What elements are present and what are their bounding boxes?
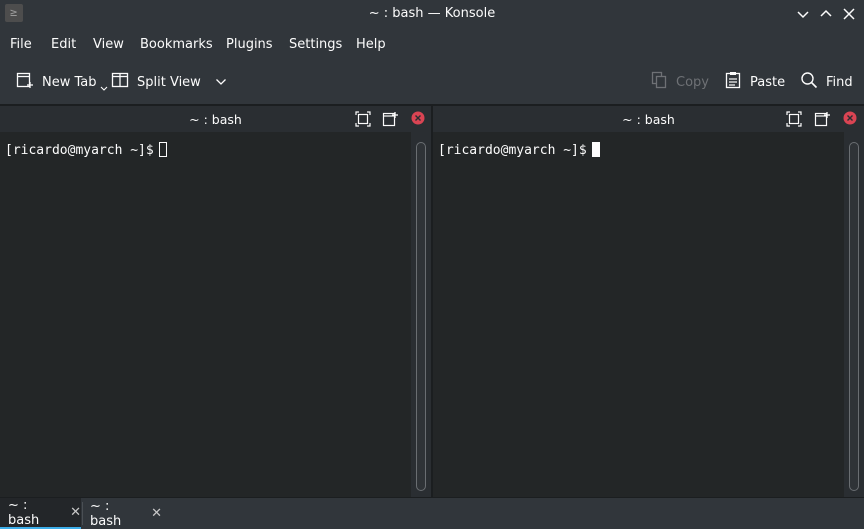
scrollbar-left[interactable]: [416, 142, 426, 491]
chevron-down-icon[interactable]: [215, 75, 227, 90]
new-tab-label: New Tab: [42, 74, 97, 90]
new-tab-icon: [16, 71, 34, 93]
close-pane-icon[interactable]: [843, 111, 859, 127]
terminal-view-right[interactable]: [ricardo@myarch ~]$: [433, 132, 864, 497]
menu-view[interactable]: View: [93, 37, 124, 52]
terminal-prompt-left: [ricardo@myarch ~]$: [5, 142, 167, 158]
find-icon: [800, 71, 818, 93]
pane-header-right: ~ : bash: [433, 106, 864, 132]
close-tab-icon[interactable]: ✕: [70, 505, 81, 520]
maximize-pane-icon[interactable]: [355, 111, 371, 127]
paste-icon: [724, 71, 742, 93]
text-cursor-active: [591, 142, 600, 157]
paste-button[interactable]: Paste: [724, 71, 785, 93]
terminal-view-left[interactable]: [ricardo@myarch ~]$: [0, 132, 431, 497]
tab-label: ~ : bash: [90, 498, 122, 529]
close-icon[interactable]: [841, 6, 857, 22]
scrollbar-right[interactable]: [849, 142, 859, 491]
terminal-pane-left: ~ : bash [ricardo@myarch ~]$: [0, 106, 431, 497]
close-tab-icon[interactable]: ✕: [151, 506, 162, 521]
menu-edit[interactable]: Edit: [51, 37, 76, 52]
text-cursor-inactive: [158, 142, 167, 157]
split-view-button[interactable]: Split View: [111, 71, 227, 93]
detach-pane-icon[interactable]: [814, 111, 830, 127]
copy-icon: [650, 71, 668, 93]
terminal-prompt-right: [ricardo@myarch ~]$: [438, 142, 600, 158]
copy-button[interactable]: Copy: [650, 71, 709, 93]
menu-plugins[interactable]: Plugins: [226, 37, 273, 52]
paste-label: Paste: [750, 74, 786, 90]
prompt-text: [ricardo@myarch ~]$: [5, 143, 154, 158]
konsole-window: ≥ ~ : bash — Konsole File Edit View Book…: [0, 0, 864, 529]
terminal-pane-right: ~ : bash [ricardo@myarch ~]$: [433, 106, 864, 497]
tab-bash-2[interactable]: ~ : bash ✕: [82, 498, 162, 529]
prompt-text: [ricardo@myarch ~]$: [438, 143, 587, 158]
menu-file[interactable]: File: [10, 37, 32, 52]
menu-settings[interactable]: Settings: [289, 37, 342, 52]
close-pane-icon[interactable]: [411, 111, 427, 127]
toolbar: New Tab Split View Copy Paste Find: [0, 59, 864, 104]
tab-bash-1[interactable]: ~ : bash ✕: [0, 498, 81, 529]
split-view-icon: [111, 71, 129, 93]
minimize-icon[interactable]: [795, 6, 811, 22]
tab-label: ~ : bash: [8, 497, 40, 528]
menu-help[interactable]: Help: [356, 37, 386, 52]
new-tab-dropdown-icon[interactable]: [100, 81, 108, 96]
pane-header-left: ~ : bash: [0, 106, 431, 132]
title-bar: ≥ ~ : bash — Konsole: [0, 0, 864, 29]
window-title: ~ : bash — Konsole: [368, 6, 496, 21]
menu-bar: File Edit View Bookmarks Plugins Setting…: [0, 29, 864, 59]
maximize-icon[interactable]: [818, 6, 834, 22]
tab-bar: ~ : bash ✕ ~ : bash ✕: [0, 497, 864, 529]
copy-label: Copy: [676, 74, 709, 90]
find-label: Find: [826, 74, 853, 90]
split-view-label: Split View: [137, 74, 201, 90]
new-tab-button[interactable]: New Tab: [16, 71, 113, 93]
maximize-pane-icon[interactable]: [786, 111, 802, 127]
menu-bookmarks[interactable]: Bookmarks: [140, 37, 213, 52]
find-button[interactable]: Find: [800, 71, 853, 93]
detach-pane-icon[interactable]: [382, 111, 398, 127]
